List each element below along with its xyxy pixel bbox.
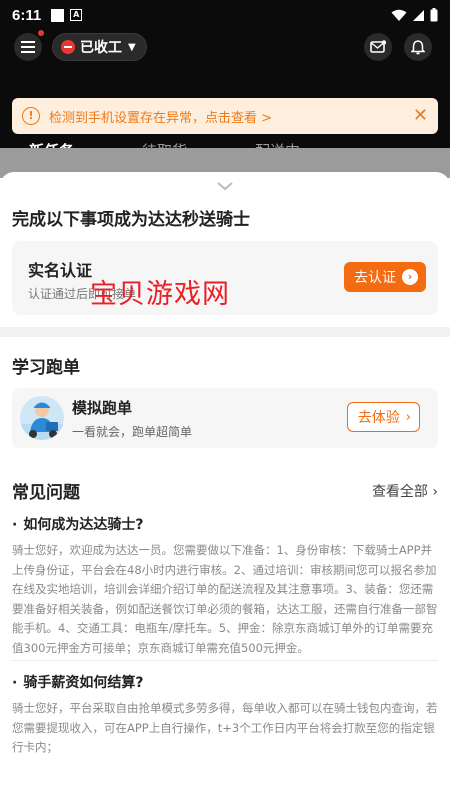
verify-title: 实名认证	[28, 261, 93, 280]
battery-icon	[430, 8, 438, 22]
verify-button[interactable]: 去认证 ›	[344, 262, 426, 292]
notification-square-icon	[51, 8, 65, 22]
message-button[interactable]	[364, 33, 392, 61]
chevron-right-icon: ›	[432, 484, 438, 500]
try-it-button-label: 去体验	[357, 410, 400, 426]
clock: 6:11	[12, 6, 42, 24]
sheet-title: 完成以下事项成为达达秒送骑士	[12, 210, 250, 230]
caret-down-icon: ▼	[128, 41, 136, 53]
verify-button-label: 去认证	[354, 270, 396, 286]
try-it-button[interactable]: 去体验 ›	[346, 402, 420, 432]
stop-icon	[61, 40, 75, 54]
bell-icon	[411, 39, 425, 54]
section-divider	[0, 327, 450, 337]
menu-button[interactable]	[14, 33, 42, 61]
courier-illustration	[20, 396, 64, 440]
hamburger-icon	[21, 41, 35, 53]
work-status-label: 已收工	[80, 40, 122, 56]
alert-icon: !	[22, 107, 40, 125]
view-all-label: 查看全部	[371, 484, 428, 500]
app-header: 已收工 ▼ ! 检测到手机设置存在异常，点击查看 > ✕ 新任务▼ 待取货▼ 配…	[0, 30, 450, 160]
envelope-icon	[370, 40, 386, 53]
onboarding-sheet: 完成以下事项成为达达秒送骑士 实名认证 认证通过后即可接单 去认证 › 宝贝游戏…	[0, 172, 450, 800]
system-status-bar: 6:11 A	[0, 0, 450, 30]
faq-question[interactable]: · 骑手薪资如何结算?	[12, 672, 143, 692]
faq-divider	[12, 660, 438, 661]
simulated-run-card: 模拟跑单 一看就会，跑单超简单 去体验 ›	[12, 388, 438, 448]
faq-header: 常见问题 查看全部 ›	[12, 478, 438, 504]
notice-text: 检测到手机设置存在异常，点击查看 >	[49, 110, 273, 126]
bullet-icon: ·	[12, 517, 18, 533]
signal-icon	[413, 9, 424, 21]
view-all-link[interactable]: 查看全部 ›	[372, 481, 438, 501]
bullet-icon: ·	[12, 675, 18, 691]
settings-warning-banner[interactable]: ! 检测到手机设置存在异常，点击查看 > ✕	[12, 98, 438, 134]
a-notification-icon: A	[70, 9, 83, 21]
learning-section-title: 学习跑单	[12, 358, 80, 378]
chevron-right-icon: ›	[402, 269, 418, 285]
wifi-icon	[391, 9, 407, 21]
notification-button[interactable]	[404, 33, 432, 61]
unread-dot	[38, 30, 44, 36]
simulated-run-title: 模拟跑单	[72, 399, 133, 417]
faq-question-text: 如何成为达达骑士?	[23, 517, 144, 533]
watermark: 宝贝游戏网	[90, 279, 230, 310]
close-icon[interactable]: ✕	[413, 107, 428, 125]
faq-question[interactable]: · 如何成为达达骑士?	[12, 514, 143, 534]
work-status-toggle[interactable]: 已收工 ▼	[52, 33, 147, 61]
faq-title: 常见问题	[12, 483, 80, 503]
faq-answer: 骑士您好，平台采取自由抢单模式多劳多得，每单收入都可以在骑士钱包内查询，若您需要…	[12, 701, 438, 754]
chevron-right-icon: ›	[405, 409, 411, 425]
collapse-chevron-icon[interactable]	[216, 180, 234, 192]
faq-answer: 骑士您好，欢迎成为达达一员。您需要做以下准备：1、身份审核：下载骑士APP并上传…	[12, 543, 438, 655]
faq-question-text: 骑手薪资如何结算?	[23, 675, 144, 691]
simulated-run-subtitle: 一看就会，跑单超简单	[72, 425, 193, 439]
